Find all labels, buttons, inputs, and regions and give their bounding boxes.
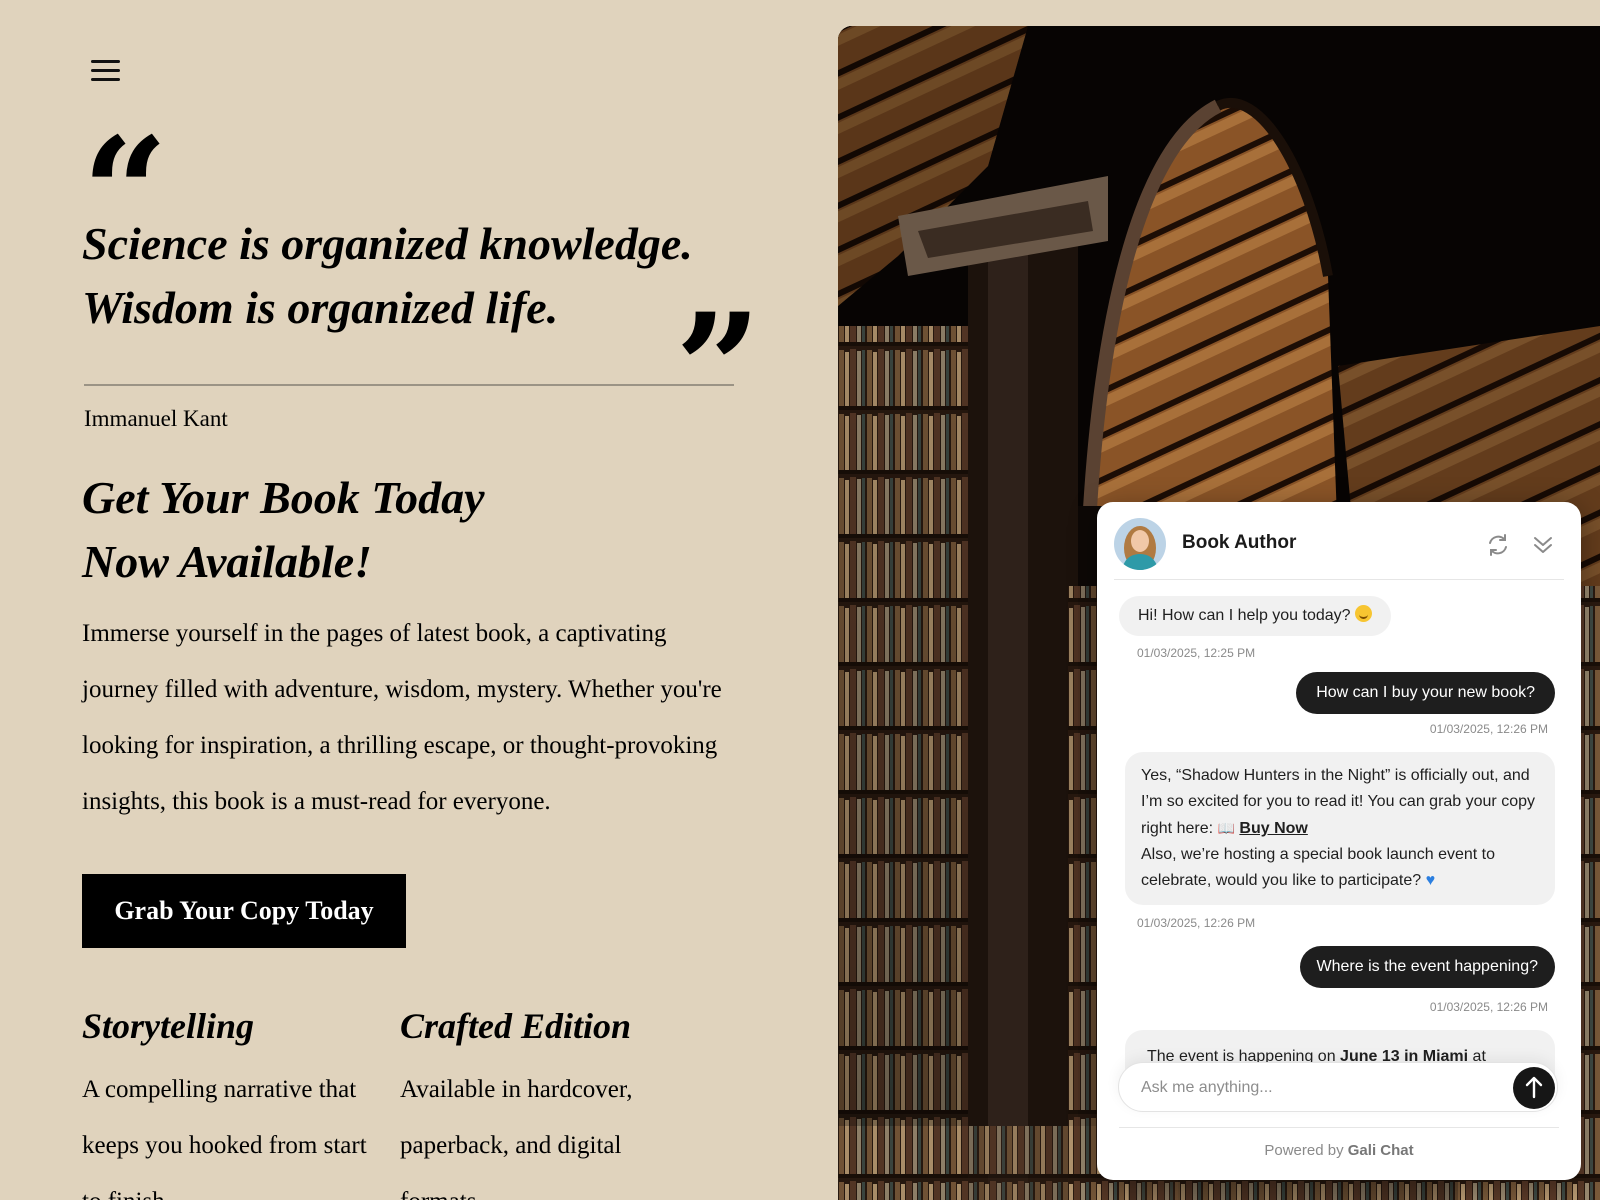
chat-header: Book Author — [1114, 516, 1564, 580]
headline-line-2: Now Available! — [82, 536, 373, 587]
grab-copy-button[interactable]: Grab Your Copy Today — [82, 874, 406, 948]
message-text: Yes, “Shadow Hunters in the Night” is of… — [1141, 767, 1535, 837]
message-list: Hi! How can I help you today? 01/03/2025… — [1097, 582, 1581, 1104]
message-text: Hi! How can I help you today? — [1138, 607, 1351, 624]
feature-crafted-edition: Crafted Edition Available in hardcover, … — [400, 1004, 690, 1200]
feature-storytelling: Storytelling A compelling narrative that… — [82, 1004, 372, 1200]
message-timestamp: 01/03/2025, 12:26 PM — [1429, 722, 1548, 736]
quote-divider — [84, 384, 734, 386]
feature-title: Crafted Edition — [400, 1006, 632, 1046]
intro-paragraph: Immerse yourself in the pages of latest … — [82, 620, 722, 815]
arrow-up-icon — [1525, 1076, 1543, 1099]
book-emoji-icon: 📖 — [1217, 820, 1235, 836]
message-text: Also, we’re hosting a special book launc… — [1141, 846, 1495, 889]
page-headline: Get Your Book Today Now Available! — [82, 466, 485, 594]
message-timestamp: 01/03/2025, 12:25 PM — [1137, 646, 1256, 660]
refresh-icon[interactable] — [1485, 532, 1511, 558]
footer-brand-link[interactable]: Gali Chat — [1348, 1142, 1414, 1159]
quote-line-1: Science is organized knowledge. — [82, 218, 693, 269]
bot-message: Hi! How can I help you today? — [1119, 596, 1392, 636]
chat-input-bar — [1118, 1062, 1558, 1112]
chat-footer: Powered by Gali Chat — [1119, 1127, 1559, 1159]
feature-title: Storytelling — [82, 1006, 255, 1046]
avatar — [1114, 518, 1166, 570]
buy-now-link[interactable]: Buy Now — [1239, 820, 1307, 837]
headline-line-1: Get Your Book Today — [82, 472, 485, 523]
quote-text: Science is organized knowledge. Wisdom i… — [82, 212, 762, 340]
double-chevron-down-icon[interactable] — [1530, 532, 1556, 558]
chat-widget: Book Author Hi! How can I help you today… — [1097, 502, 1581, 1180]
message-timestamp: 01/03/2025, 12:26 PM — [1137, 916, 1256, 930]
footer-prefix: Powered by — [1264, 1142, 1344, 1159]
chat-input[interactable] — [1141, 1075, 1501, 1101]
smile-emoji-icon — [1355, 605, 1373, 622]
quote-author: Immanuel Kant — [84, 406, 228, 431]
close-quote-icon: ” — [675, 281, 762, 457]
message-timestamp: 01/03/2025, 12:26 PM — [1429, 1000, 1548, 1014]
send-button[interactable] — [1513, 1067, 1555, 1109]
feature-text: A compelling narrative that keeps you ho… — [82, 1076, 367, 1200]
landing-content: “ Science is organized knowledge. Wisdom… — [0, 0, 820, 1200]
quote-line-2: Wisdom is organized life. — [82, 282, 559, 333]
agent-name: Book Author — [1182, 532, 1297, 553]
feature-text: Available in hardcover, paperback, and d… — [400, 1076, 633, 1200]
user-message: Where is the event happening? — [1299, 946, 1555, 988]
hamburger-icon[interactable] — [91, 58, 121, 86]
user-message: How can I buy your new book? — [1296, 672, 1555, 714]
blue-heart-emoji-icon: ♥ — [1425, 872, 1436, 889]
bot-message: Yes, “Shadow Hunters in the Night” is of… — [1125, 752, 1555, 905]
